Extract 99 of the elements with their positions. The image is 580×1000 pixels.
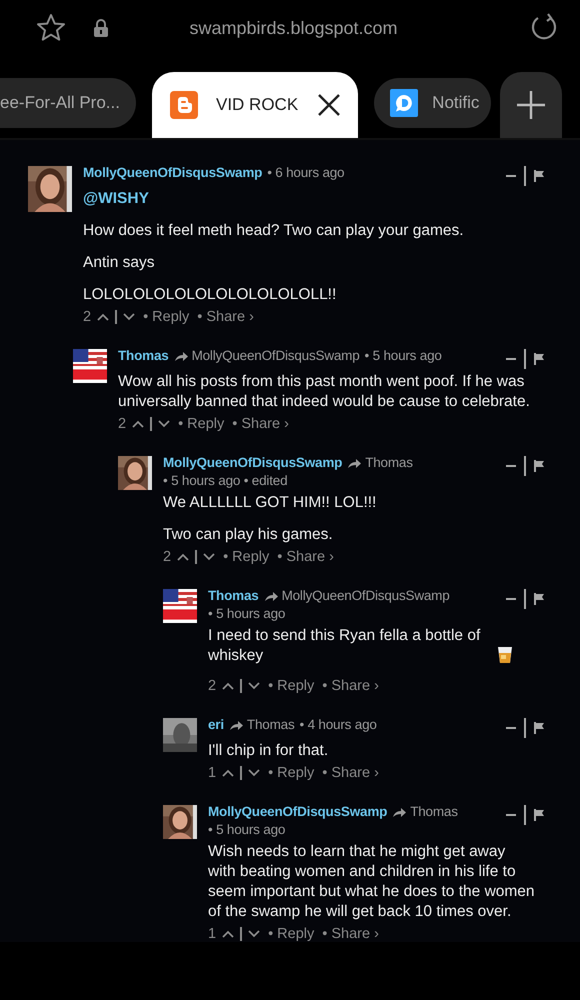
- divider-icon: [524, 589, 526, 609]
- author-name[interactable]: Thomas: [208, 587, 259, 605]
- flag-icon[interactable]: [534, 460, 544, 472]
- comment-text: I need to send this Ryan fella a bottle of whiskey: [208, 626, 482, 666]
- reply-to-name[interactable]: Thomas: [410, 803, 458, 821]
- reply-to-name[interactable]: Thomas: [246, 716, 294, 734]
- author-name[interactable]: MollyQueenOfDisqusSwamp: [163, 454, 342, 472]
- comment-text: Antin says: [83, 253, 156, 273]
- author-name[interactable]: Thomas: [118, 347, 169, 365]
- upvote-icon[interactable]: [132, 420, 144, 428]
- tab-title: ee-For-All Pro...: [0, 93, 120, 113]
- browser-tab[interactable]: VID ROCK: [152, 72, 358, 138]
- author-name[interactable]: MollyQueenOfDisqusSwamp: [83, 164, 262, 182]
- downvote-icon[interactable]: [123, 313, 136, 321]
- reply-to-name[interactable]: Thomas: [365, 454, 413, 472]
- reply-arrow-icon: [347, 457, 362, 469]
- downvote-icon[interactable]: [158, 420, 170, 428]
- author-name[interactable]: eri: [208, 716, 224, 734]
- upvote-icon[interactable]: [222, 769, 234, 777]
- divider-icon: [240, 766, 242, 780]
- upvote-icon[interactable]: [97, 313, 110, 321]
- flag-icon[interactable]: [534, 170, 544, 182]
- comment-time: • 5 hours ago: [208, 605, 286, 623]
- upvote-icon[interactable]: [222, 682, 234, 690]
- downvote-icon[interactable]: [248, 682, 260, 690]
- share-link[interactable]: • Share ›: [322, 678, 379, 694]
- reply-arrow-icon: [228, 719, 244, 731]
- downvote-icon[interactable]: [203, 553, 216, 561]
- divider-icon: [240, 679, 242, 693]
- reply-link[interactable]: • Reply: [268, 678, 314, 694]
- vote-count: 2: [118, 416, 126, 432]
- vote-count: 1: [208, 765, 216, 781]
- reply-link[interactable]: • Reply: [143, 309, 190, 325]
- vote-count: 2: [163, 549, 172, 565]
- downvote-icon[interactable]: [248, 769, 260, 777]
- share-link[interactable]: • Share ›: [197, 309, 254, 325]
- comment-time: • 5 hours ago • edited: [163, 472, 288, 490]
- share-link[interactable]: • Share ›: [322, 926, 379, 942]
- reply-to-name[interactable]: MollyQueenOfDisqusSwamp: [282, 587, 450, 605]
- divider-icon: [524, 805, 526, 825]
- comment-text: I'll chip in for that.: [208, 741, 330, 761]
- comment-text: Wow all his posts from this past month went poof. If he was universally banned that indeed would be cause to celebrate.: [118, 372, 531, 412]
- downvote-icon[interactable]: [248, 930, 260, 938]
- reply-link[interactable]: • Reply: [223, 549, 270, 565]
- collapse-icon[interactable]: [506, 464, 516, 468]
- tab-title: Notific: [432, 93, 480, 113]
- new-tab-button[interactable]: [500, 72, 562, 138]
- comment-text: Two can play his games.: [163, 525, 334, 545]
- vote-count: 2: [208, 678, 216, 694]
- divider-icon: [524, 456, 526, 476]
- comment-time: • 5 hours ago: [364, 347, 442, 365]
- browser-tab[interactable]: ee-For-All Pro...: [0, 78, 136, 128]
- tab-title: VID ROCK: [216, 95, 298, 115]
- flag-icon[interactable]: [534, 722, 544, 734]
- mention-link[interactable]: @WISHY: [83, 189, 536, 209]
- collapse-icon[interactable]: [506, 813, 516, 817]
- reply-to-name[interactable]: MollyQueenOfDisqusSwamp: [192, 347, 360, 365]
- reply-link[interactable]: • Reply: [268, 765, 314, 781]
- divider-icon: [524, 349, 526, 369]
- reply-link[interactable]: • Reply: [178, 416, 224, 432]
- collapse-icon[interactable]: [506, 597, 516, 601]
- vote-count: 2: [83, 309, 92, 325]
- reply-link[interactable]: • Reply: [268, 926, 314, 942]
- reply-arrow-icon: [174, 350, 189, 362]
- share-link[interactable]: • Share ›: [232, 416, 289, 432]
- plus-icon: [516, 90, 546, 120]
- vote-count: 1: [208, 926, 216, 942]
- close-icon[interactable]: [316, 92, 342, 118]
- divider-icon: [115, 310, 118, 324]
- blogger-logo-icon: [170, 91, 198, 119]
- author-name[interactable]: MollyQueenOfDisqusSwamp: [208, 803, 388, 821]
- divider-icon: [524, 166, 526, 186]
- share-link[interactable]: • Share ›: [322, 765, 379, 781]
- upvote-icon[interactable]: [177, 553, 190, 561]
- address-bar-url[interactable]: swampbirds.blogspot.com: [121, 18, 466, 38]
- collapse-icon[interactable]: [506, 357, 516, 361]
- comment-text: LOLOLOLOLOLOLOLOLOLOLOLL!!: [83, 285, 338, 305]
- share-link[interactable]: • Share ›: [277, 549, 334, 565]
- lock-icon: [93, 18, 109, 38]
- flag-icon[interactable]: [534, 353, 544, 365]
- comment-time: • 4 hours ago: [300, 716, 377, 734]
- collapse-icon[interactable]: [506, 174, 516, 178]
- divider-icon: [195, 550, 198, 564]
- reply-arrow-icon: [392, 806, 408, 818]
- divider-icon: [240, 927, 242, 941]
- divider-icon: [524, 718, 526, 738]
- comment-text: We ALLLLLL GOT HIM!! LOL!!!: [163, 493, 378, 513]
- divider-icon: [150, 417, 152, 431]
- browser-tab[interactable]: Notific: [374, 78, 492, 128]
- flag-icon[interactable]: [534, 809, 544, 821]
- disqus-logo-icon: [390, 89, 418, 117]
- collapse-icon[interactable]: [506, 726, 516, 730]
- comment-text: How does it feel meth head? Two can play your games.: [83, 221, 465, 241]
- upvote-icon[interactable]: [222, 930, 234, 938]
- comment-time: • 6 hours ago: [267, 164, 344, 182]
- reply-arrow-icon: [264, 590, 279, 602]
- flag-icon[interactable]: [534, 593, 544, 605]
- comment-time: • 5 hours ago: [208, 821, 286, 839]
- comment-text: Wish needs to learn that he might get away with beating women and children in his life to seem important but what he does to the women of the swamp he will get back 10 times over.: [208, 842, 536, 922]
